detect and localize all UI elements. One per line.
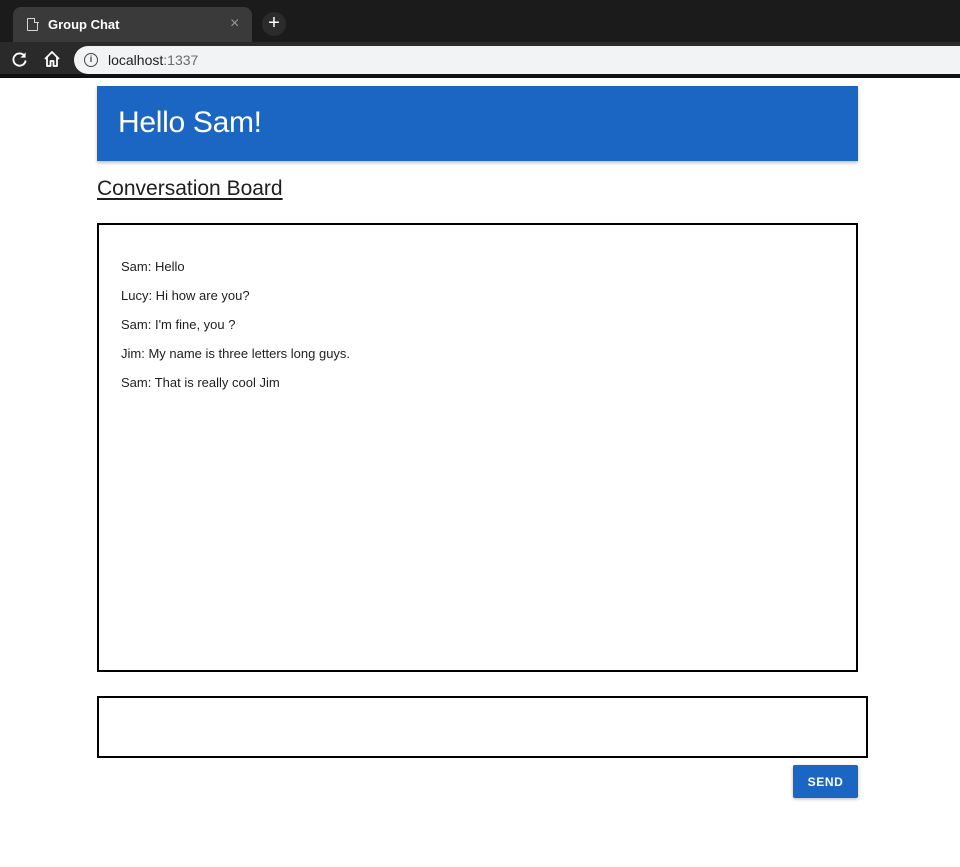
message-input[interactable]: [97, 696, 868, 758]
app-header: Hello Sam!: [97, 86, 858, 161]
send-button[interactable]: SEND: [793, 765, 858, 798]
url-text: localhost:1337: [108, 52, 198, 68]
message-item: Jim: My name is three letters long guys.: [121, 346, 351, 361]
message-item: Sam: I'm fine, you ?: [121, 317, 236, 332]
tab-title: Group Chat: [48, 17, 120, 32]
toolbar-divider: [0, 74, 960, 78]
address-bar[interactable]: i localhost:1337: [74, 46, 960, 74]
info-icon[interactable]: i: [84, 53, 98, 67]
conversation-board: Sam: Hello Lucy: Hi how are you? Sam: I'…: [97, 223, 858, 672]
close-icon[interactable]: ×: [230, 15, 239, 33]
url-port: :1337: [163, 52, 199, 68]
message-item: Sam: Hello: [121, 259, 185, 274]
new-tab-button[interactable]: +: [262, 12, 286, 36]
reload-icon[interactable]: [11, 51, 28, 68]
document-icon: [27, 17, 39, 31]
greeting-title: Hello Sam!: [118, 106, 262, 139]
browser-toolbar: i localhost:1337: [0, 42, 960, 78]
message-item: Sam: That is really cool Jim: [121, 375, 280, 390]
browser-tab-strip: Group Chat × +: [0, 0, 960, 42]
url-host: localhost: [108, 52, 164, 68]
home-icon[interactable]: [43, 50, 61, 68]
message-item: Lucy: Hi how are you?: [121, 288, 250, 303]
board-title: Conversation Board: [97, 177, 283, 200]
browser-tab[interactable]: Group Chat ×: [13, 7, 252, 42]
